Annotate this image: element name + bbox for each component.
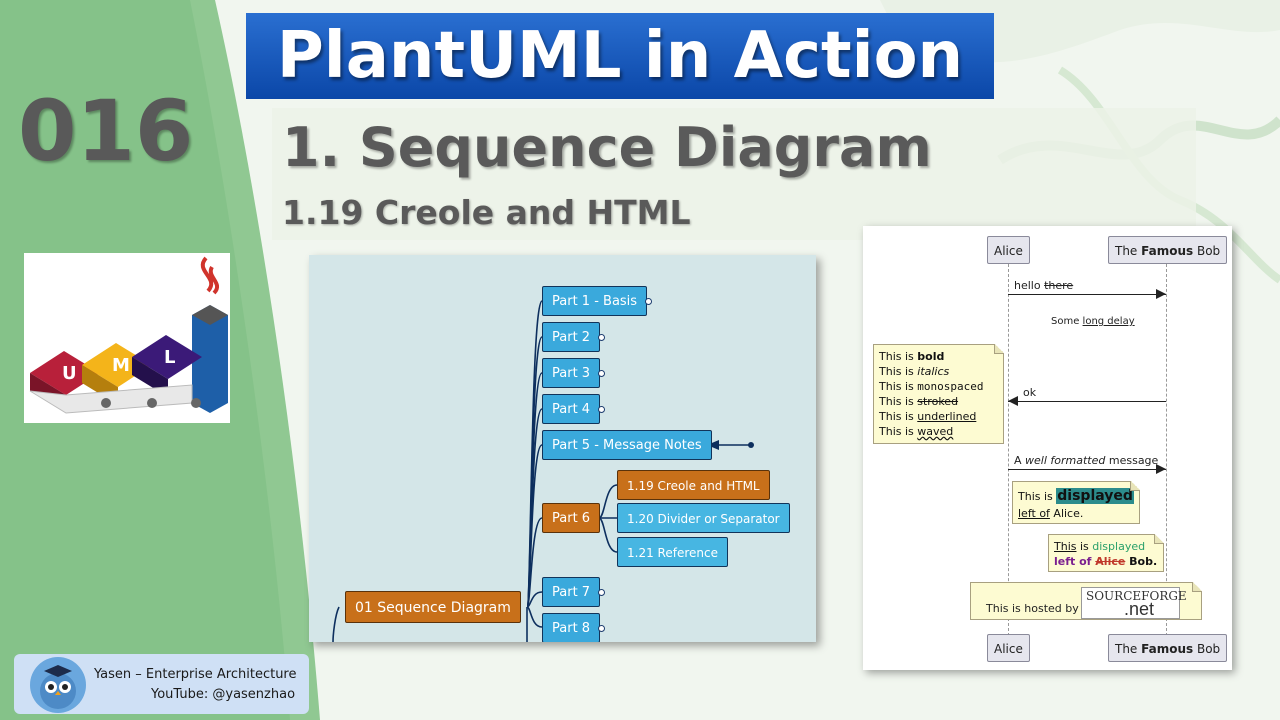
arrow-well-formatted (1008, 469, 1166, 470)
collapse-dot-icon[interactable] (645, 298, 652, 305)
collapse-dot-icon[interactable] (598, 589, 605, 596)
mindmap-panel: 01 Sequence Diagram Part 1 - Basis Part … (309, 255, 816, 642)
note-formatting-styles: This is bold This is italics This is mon… (873, 344, 1004, 444)
arrowhead-icon (1008, 396, 1018, 406)
actor-alice-bottom: Alice (987, 634, 1030, 662)
message-well-formatted: A well formatted message (1014, 454, 1159, 467)
collapse-dot-icon[interactable] (598, 625, 605, 632)
mindmap-node-divider[interactable]: 1.20 Divider or Separator (617, 503, 790, 533)
mindmap-node-part-2[interactable]: Part 2 (542, 322, 601, 352)
actor-bob-top: The Famous Bob (1108, 236, 1228, 264)
svg-text:L: L (164, 347, 175, 368)
mindmap-node-part-5[interactable]: Part 5 - Message Notes (542, 430, 712, 460)
mindmap-node-part-8[interactable]: Part 8 (542, 613, 601, 642)
svg-text:U: U (62, 363, 77, 384)
uml-logo-icon: U M L (29, 256, 228, 414)
uml-logo-card: U M L (24, 253, 230, 423)
note-hosted-by: This is hosted by SOURCEFORGE .net (970, 582, 1202, 620)
actor-alice-top: Alice (987, 236, 1030, 264)
mindmap-node-part-4[interactable]: Part 4 (542, 394, 601, 424)
arrowhead-icon (1156, 289, 1166, 299)
mindmap-node-creole-html[interactable]: 1.19 Creole and HTML (617, 470, 770, 500)
collapse-dot-icon[interactable] (598, 406, 605, 413)
alice-lifeline (1008, 264, 1009, 636)
mindmap-root-node[interactable]: 01 Sequence Diagram (345, 591, 521, 623)
collapse-dot-icon[interactable] (598, 334, 605, 341)
note-colored-text: This is displayed left of Alice Bob. (1048, 534, 1164, 572)
delay-label: Some long delay (1051, 316, 1135, 327)
message-hello: hello there (1014, 279, 1074, 292)
mindmap-node-part-7[interactable]: Part 7 (542, 577, 601, 607)
arrow-hello (1008, 294, 1166, 295)
topic-title: 1.19 Creole and HTML (282, 193, 691, 232)
mindmap-node-reference[interactable]: 1.21 Reference (617, 537, 728, 567)
mindmap-node-part-3[interactable]: Part 3 (542, 358, 601, 388)
svg-text:M: M (112, 355, 130, 376)
note-displayed-left: This is displayed left of Alice. (1012, 481, 1140, 524)
channel-name: Yasen – Enterprise Architecture (94, 667, 297, 682)
collapse-dot-icon[interactable] (598, 370, 605, 377)
mindmap-node-part-6[interactable]: Part 6 (542, 503, 601, 533)
sequence-diagram-panel: Alice The Famous Bob hello there Some lo… (863, 226, 1232, 670)
message-ok: ok (1023, 386, 1037, 399)
actor-bob-bottom: The Famous Bob (1108, 634, 1228, 662)
bob-lifeline (1166, 264, 1167, 636)
owl-avatar-icon (30, 657, 86, 713)
youtube-handle: YouTube: @yasenzhao (151, 687, 296, 702)
mindmap-node-part-1[interactable]: Part 1 - Basis (542, 286, 648, 316)
arrowhead-icon (1156, 464, 1166, 474)
video-title: PlantUML in Action (276, 19, 964, 93)
section-title: 1. Sequence Diagram (282, 116, 932, 179)
sourceforge-logo: SOURCEFORGE .net (1081, 587, 1187, 619)
arrow-ok (1008, 401, 1166, 402)
episode-number: 016 (18, 82, 194, 180)
